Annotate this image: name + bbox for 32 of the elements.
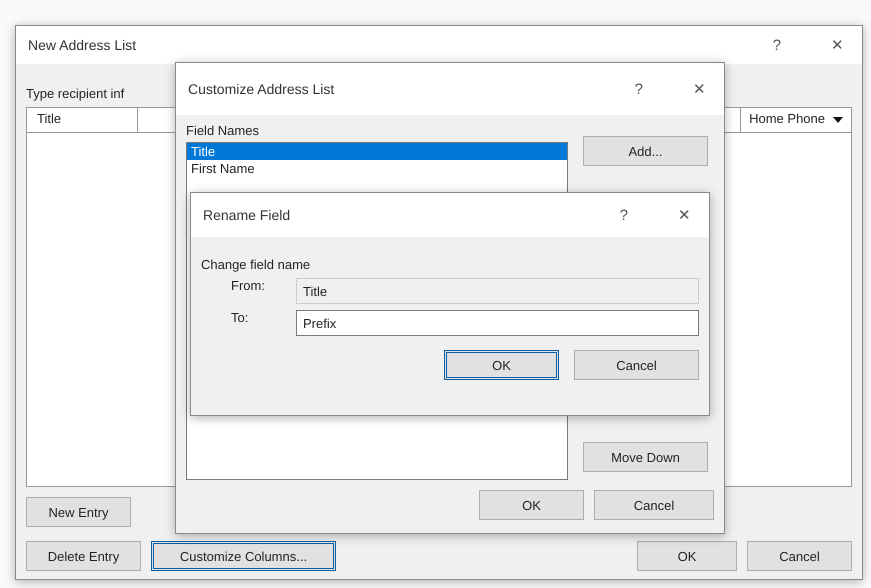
- to-input-field[interactable]: Prefix: [296, 310, 699, 336]
- help-button[interactable]: ?: [634, 80, 643, 98]
- close-button[interactable]: ✕: [831, 36, 844, 54]
- instruction-text: Type recipient inf: [26, 86, 124, 101]
- ok-button[interactable]: OK: [444, 350, 559, 380]
- new-entry-button[interactable]: New Entry: [26, 497, 131, 527]
- close-button[interactable]: ✕: [693, 80, 706, 98]
- to-label: To:: [231, 310, 250, 325]
- list-item[interactable]: First Name: [187, 160, 567, 177]
- list-item[interactable]: Title: [187, 143, 567, 160]
- window-title: New Address List: [28, 37, 138, 53]
- help-button[interactable]: ?: [620, 206, 628, 224]
- window-title: Rename Field: [203, 207, 292, 223]
- close-button[interactable]: ✕: [678, 206, 691, 224]
- ok-button[interactable]: OK: [479, 490, 584, 520]
- cancel-button[interactable]: Cancel: [747, 541, 852, 571]
- window-title: Customize Address List: [188, 81, 336, 97]
- from-value: Title: [296, 278, 699, 304]
- side-button[interactable]: Move Down: [583, 442, 708, 472]
- from-label: From:: [231, 278, 266, 293]
- ok-button[interactable]: OK: [637, 541, 737, 571]
- field-names-label: Field Names: [186, 123, 259, 138]
- cancel-button[interactable]: Cancel: [594, 490, 714, 520]
- column-header[interactable]: Home Phone: [740, 108, 851, 132]
- prompt-text: Change field name: [201, 257, 310, 272]
- dropdown-arrow-icon: [833, 117, 843, 123]
- customize-columns-button[interactable]: Customize Columns...: [151, 541, 336, 571]
- column-header[interactable]: Title: [27, 108, 138, 132]
- delete-entry-button[interactable]: Delete Entry: [26, 541, 141, 571]
- help-button[interactable]: ?: [772, 36, 781, 54]
- cancel-button[interactable]: Cancel: [574, 350, 699, 380]
- side-button[interactable]: Add...: [583, 136, 708, 166]
